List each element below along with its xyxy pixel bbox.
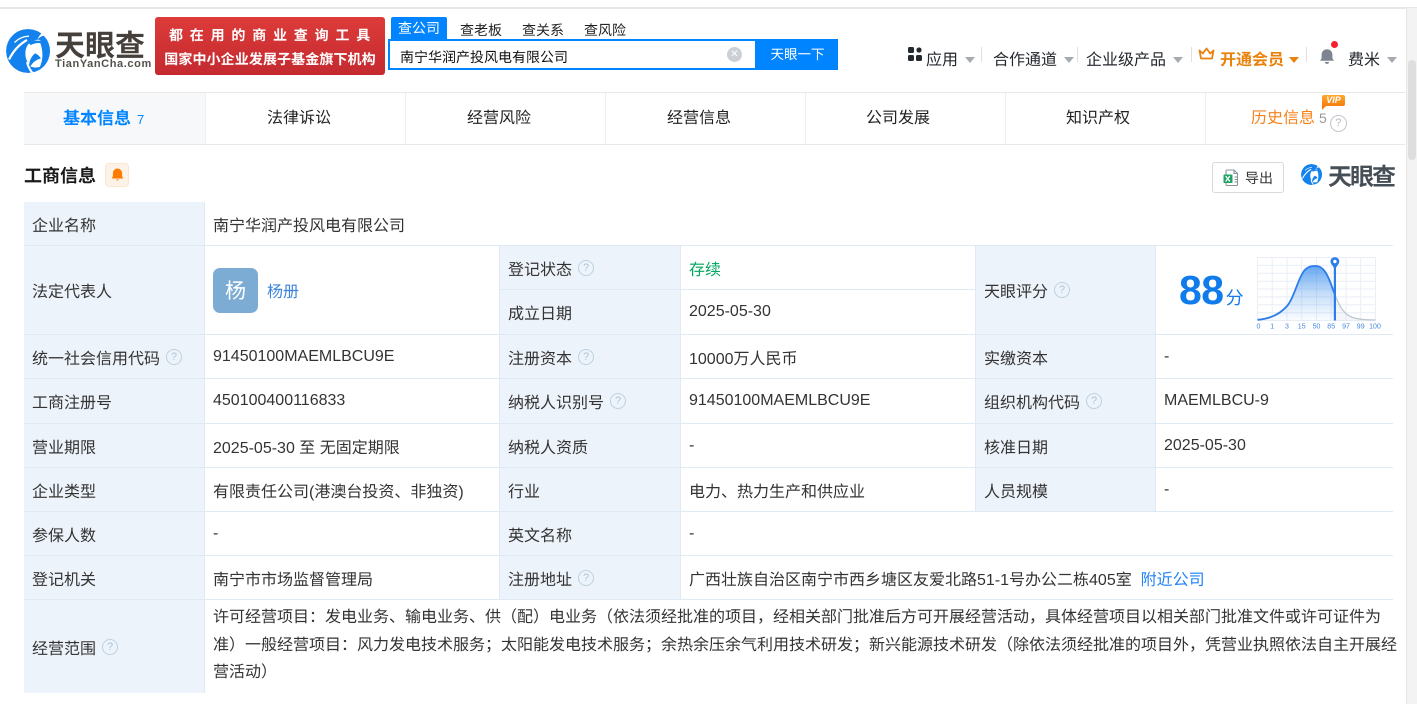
svg-text:99: 99 — [1356, 324, 1364, 331]
svg-text:85: 85 — [1327, 324, 1335, 331]
svg-text:50: 50 — [1312, 324, 1320, 331]
svg-text:100: 100 — [1369, 324, 1381, 331]
svg-text:3: 3 — [1285, 324, 1289, 331]
svg-text:15: 15 — [1297, 324, 1305, 331]
svg-text:97: 97 — [1342, 324, 1350, 331]
svg-text:0: 0 — [1256, 324, 1260, 331]
svg-text:1: 1 — [1270, 324, 1274, 331]
